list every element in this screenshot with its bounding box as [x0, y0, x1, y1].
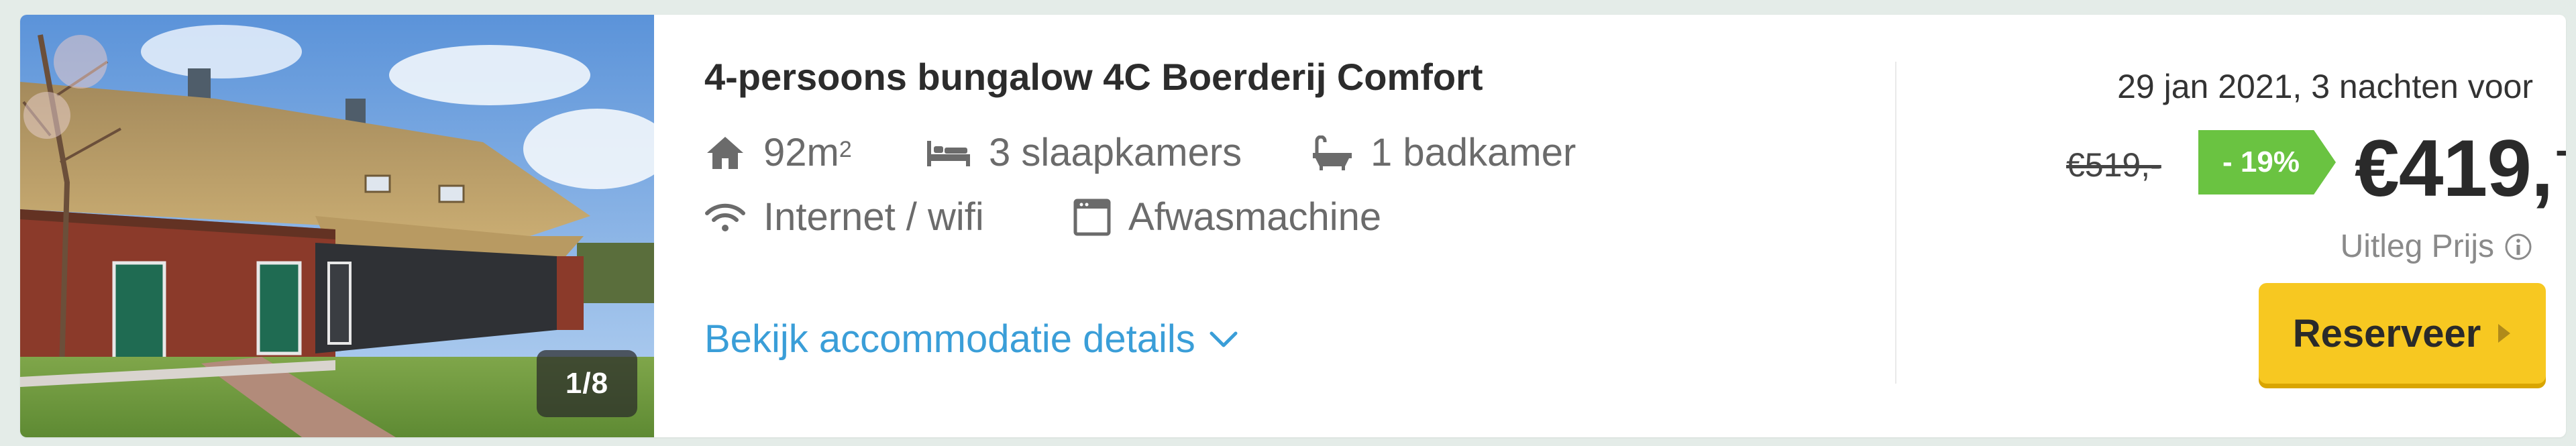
- price-explanation-label: Uitleg Prijs: [2340, 229, 2494, 264]
- bed-icon: [926, 137, 971, 169]
- reserve-label: Reserveer: [2292, 311, 2481, 355]
- bedrooms-text: 3 slaapkamers: [989, 131, 1242, 174]
- new-price-value: €419,: [2355, 123, 2553, 213]
- dishwasher-icon: [1073, 199, 1111, 236]
- feature-internet: Internet / wifi: [704, 194, 984, 239]
- photo-counter: 1/8: [537, 350, 637, 417]
- new-price: €419,-: [2355, 122, 2566, 215]
- listing-photo[interactable]: 1/8: [20, 15, 654, 437]
- bathtub-icon: [1311, 135, 1353, 170]
- triangle-right-icon: [2497, 323, 2512, 344]
- price-explanation-link[interactable]: Uitleg Prijs: [2341, 228, 2533, 265]
- view-details-label: Bekijk accommodatie details: [704, 317, 1195, 361]
- price-area: 29 jan 2021, 3 nachten voor €519,- - 19%…: [1912, 15, 2566, 437]
- stay-date: 29 jan 2021, 3 nachten voor: [2117, 68, 2533, 105]
- new-price-dash: -: [2555, 127, 2566, 172]
- view-details-link[interactable]: Bekijk accommodatie details: [704, 317, 1238, 361]
- discount-badge: - 19%: [2198, 130, 2336, 194]
- old-price: €519,-: [2066, 146, 2161, 184]
- area-value: 92m: [763, 131, 839, 174]
- listing-title[interactable]: 4-persoons bungalow 4C Boerderij Comfort: [704, 55, 1483, 99]
- house-icon: [704, 134, 746, 172]
- listing-card: 1/8 4-persoons bungalow 4C Boerderij Com…: [20, 15, 2566, 437]
- area-unit-superscript: 2: [839, 137, 852, 162]
- chevron-down-icon: [1209, 329, 1238, 349]
- vertical-divider: [1895, 62, 1896, 384]
- reserve-button[interactable]: Reserveer: [2259, 283, 2546, 384]
- listing-info: 4-persoons bungalow 4C Boerderij Comfort…: [698, 15, 1885, 437]
- feature-area: 92m 2: [704, 130, 852, 175]
- wifi-icon: [704, 201, 746, 233]
- bathrooms-text: 1 badkamer: [1371, 131, 1576, 174]
- feature-dishwasher: Afwasmachine: [1073, 194, 1381, 239]
- dishwasher-text: Afwasmachine: [1128, 195, 1382, 239]
- info-icon: [2504, 232, 2533, 262]
- feature-bathrooms: 1 badkamer: [1311, 130, 1576, 175]
- internet-text: Internet / wifi: [763, 195, 984, 239]
- feature-bedrooms: 3 slaapkamers: [926, 130, 1242, 175]
